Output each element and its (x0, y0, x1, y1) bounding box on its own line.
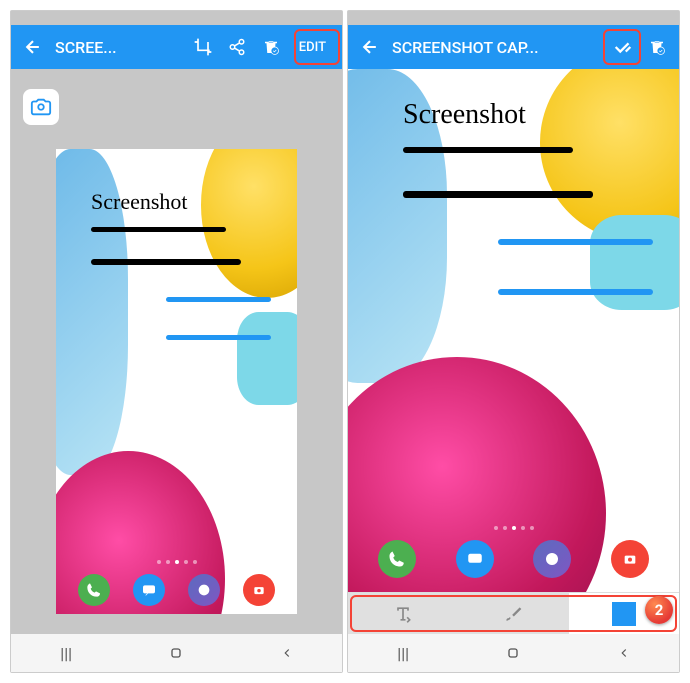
share-icon[interactable] (221, 31, 253, 63)
nav-home[interactable] (493, 645, 533, 661)
app-messages[interactable] (133, 574, 165, 606)
back-icon[interactable] (17, 31, 49, 63)
brush-tool[interactable] (458, 593, 568, 634)
toolbar-title: SCREE... (51, 38, 185, 57)
app-phone[interactable] (378, 540, 416, 578)
toolbar: SCREE... EDIT (11, 25, 342, 69)
toolbar-title: SCREENSHOT CAP... (388, 38, 605, 57)
black-stroke (91, 259, 241, 265)
color-swatch (612, 602, 636, 626)
text-tool[interactable] (348, 593, 458, 634)
app-camera[interactable] (243, 574, 275, 606)
nav-home[interactable] (156, 645, 196, 661)
editor-toolbar (348, 592, 679, 634)
dock (56, 574, 297, 606)
edit-button[interactable]: EDIT (289, 34, 336, 61)
pager-dots (56, 560, 297, 564)
app-camera[interactable] (611, 540, 649, 578)
back-icon[interactable] (354, 31, 386, 63)
pager-dots (348, 526, 679, 530)
content-area: Screenshot (11, 69, 342, 634)
app-browser[interactable] (188, 574, 220, 606)
screenshot-preview[interactable]: Screenshot (348, 69, 679, 592)
blue-stroke (498, 289, 653, 295)
nav-bar: ||| (11, 634, 342, 672)
nav-back[interactable] (267, 646, 307, 660)
phone-left: SCREE... EDIT 1 Screenshot (10, 10, 343, 673)
delete-icon[interactable] (255, 31, 287, 63)
blue-stroke (498, 239, 653, 245)
app-messages[interactable] (456, 540, 494, 578)
screenshot-preview[interactable]: Screenshot (56, 149, 297, 614)
nav-bar: ||| (348, 634, 679, 672)
status-bar (348, 11, 679, 25)
nav-back[interactable] (604, 646, 644, 660)
nav-recents[interactable]: ||| (46, 644, 86, 663)
annotation-text: Screenshot (403, 99, 526, 131)
camera-fab[interactable] (23, 89, 59, 125)
dock (348, 540, 679, 578)
badge-2: 2 (645, 596, 673, 624)
black-stroke (91, 227, 226, 232)
crop-icon[interactable] (187, 31, 219, 63)
status-bar (11, 11, 342, 25)
phone-right: SCREENSHOT CAP... 3 Screenshot (347, 10, 680, 673)
wallpaper (56, 149, 297, 614)
content-area: Screenshot (348, 69, 679, 592)
app-browser[interactable] (533, 540, 571, 578)
delete-icon[interactable] (641, 31, 673, 63)
black-stroke (403, 147, 573, 153)
black-stroke (403, 191, 593, 198)
blue-stroke (166, 297, 271, 302)
blue-stroke (166, 335, 271, 340)
nav-recents[interactable]: ||| (383, 644, 423, 663)
annotation-text: Screenshot (91, 189, 188, 215)
app-phone[interactable] (78, 574, 110, 606)
toolbar: SCREENSHOT CAP... (348, 25, 679, 69)
confirm-icon[interactable] (607, 31, 639, 63)
